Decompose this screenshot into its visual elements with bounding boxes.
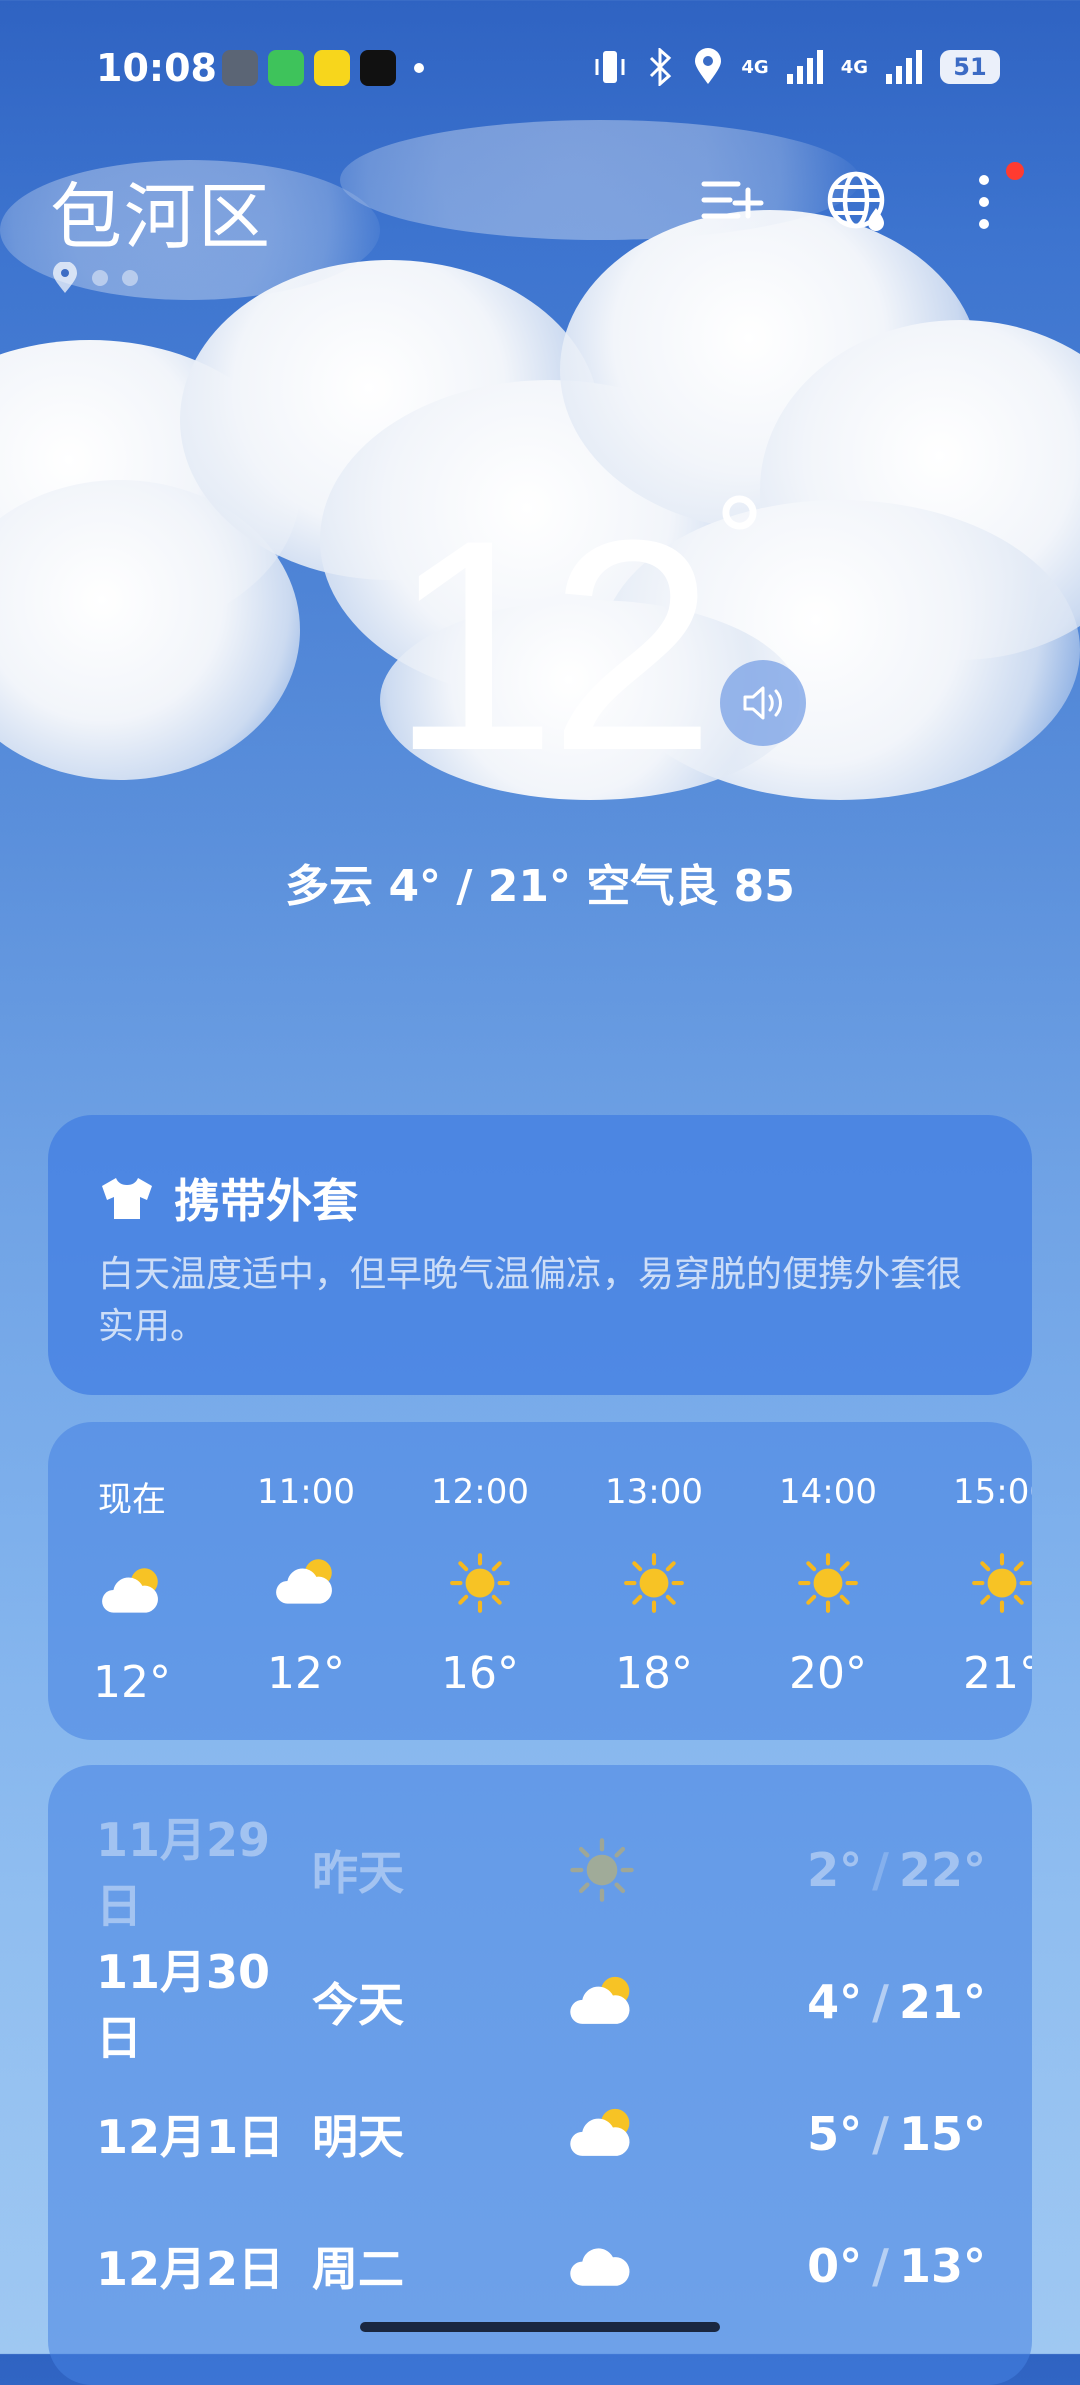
partly-cloudy-icon xyxy=(236,1552,376,1614)
daily-date: 12月2日 xyxy=(96,2242,285,2296)
clothing-tip-card[interactable]: 携带外套 白天温度适中，但早晚气温偏凉，易穿脱的便携外套很实用。 xyxy=(48,1115,1032,1395)
daily-temp-range: 4°/21° xyxy=(807,1975,986,2029)
notification-icons xyxy=(222,50,424,86)
weather-summary[interactable]: 多云 4° / 21° 空气良 85 xyxy=(0,850,1080,914)
global-weather-icon[interactable] xyxy=(826,170,890,234)
hourly-temp: 12° xyxy=(267,1648,345,1699)
home-indicator[interactable] xyxy=(360,2322,720,2332)
sun-icon xyxy=(584,1552,724,1614)
daily-temp-range: 0°/13° xyxy=(807,2239,986,2293)
daily-temp-range: 2°/22° xyxy=(807,1843,986,1897)
hourly-forecast-card[interactable]: 现在 12° 11:00 12° 12:00 16° 13:00 18° 14:00 2… xyxy=(48,1422,1032,1740)
vibrate-icon xyxy=(595,51,625,83)
green-app-icon xyxy=(268,50,304,86)
signal-2-label: 4G xyxy=(840,56,868,78)
current-temperature: 12 ° xyxy=(390,475,767,813)
hourly-time: 13:00 xyxy=(605,1472,703,1512)
hourly-item: 15:00 21° xyxy=(932,1472,1032,1699)
hourly-item: 12:00 16° xyxy=(410,1472,550,1699)
sun-icon xyxy=(932,1552,1032,1614)
sun-icon xyxy=(410,1552,550,1614)
hourly-time: 11:00 xyxy=(257,1472,355,1512)
partly-cloudy-icon xyxy=(62,1561,202,1623)
daily-temp-range: 5°/15° xyxy=(807,2107,986,2161)
degree-symbol: ° xyxy=(712,475,767,603)
bluetooth-icon xyxy=(650,48,672,86)
daily-high: 15° xyxy=(898,2107,986,2161)
hourly-temp: 18° xyxy=(615,1648,693,1699)
range-separator: / xyxy=(872,2107,889,2161)
sun-icon xyxy=(552,1835,652,1905)
daily-date: 11月30日 xyxy=(96,1945,271,2065)
signal-1-icon xyxy=(786,50,823,84)
daily-low: 5° xyxy=(807,2107,863,2161)
partly-cloudy-icon xyxy=(552,1967,652,2037)
signal-2-icon xyxy=(886,50,922,84)
status-bar: 10:08 4G 4G 51 xyxy=(0,0,1080,140)
coat-icon xyxy=(102,1178,152,1219)
tip-header: 携带外套 xyxy=(98,1165,358,1231)
range-separator: / xyxy=(872,2239,889,2293)
daily-row[interactable]: 11月29日 昨天 2°/22° xyxy=(96,1813,986,1933)
daily-row[interactable]: 11月30日 今天 4°/21° xyxy=(96,1945,986,2065)
speaker-icon xyxy=(743,686,782,720)
daily-low: 4° xyxy=(807,1975,863,2029)
signal-1-label: 4G xyxy=(741,56,769,78)
daily-date: 12月1日 xyxy=(96,2110,285,2164)
hourly-item: 11:00 12° xyxy=(236,1472,376,1699)
sun-icon xyxy=(758,1552,898,1614)
daily-label: 昨天 xyxy=(312,1846,404,1900)
tip-title: 携带外套 xyxy=(174,1174,358,1228)
status-time: 10:08 xyxy=(96,46,217,90)
daily-label: 今天 xyxy=(312,1978,404,2032)
location-icon xyxy=(695,48,722,84)
daily-high: 13° xyxy=(898,2239,986,2293)
hourly-item: 13:00 18° xyxy=(584,1472,724,1699)
daily-low: 0° xyxy=(807,2239,863,2293)
city-name[interactable]: 包河区 xyxy=(50,158,272,263)
partly-cloudy-icon xyxy=(552,2099,652,2169)
add-city-icon[interactable] xyxy=(700,170,764,234)
temperature-value: 12 xyxy=(390,477,716,813)
voice-broadcast-button[interactable] xyxy=(720,660,806,746)
system-status-icons: 4G 4G 51 xyxy=(593,48,1000,86)
hourly-temp: 20° xyxy=(789,1648,867,1699)
page-indicator xyxy=(52,262,138,294)
battery-indicator: 51 xyxy=(940,50,1000,84)
notification-badge xyxy=(1006,162,1024,180)
hourly-temp: 21° xyxy=(963,1648,1032,1699)
hourly-item: 现在 12° xyxy=(62,1472,202,1708)
more-notifications-dot xyxy=(414,63,424,73)
range-separator: / xyxy=(872,1975,889,2029)
hourly-time: 现在 xyxy=(98,1480,166,1520)
hourly-time: 15:00 xyxy=(953,1472,1032,1512)
hourly-time: 12:00 xyxy=(431,1472,529,1512)
page-dot-3 xyxy=(122,270,138,286)
daily-low: 2° xyxy=(807,1843,863,1897)
aqara-app-icon xyxy=(222,50,258,86)
tip-description: 白天温度适中，但早晚气温偏凉，易穿脱的便携外套很实用。 xyxy=(98,1254,963,1347)
cloud-icon xyxy=(552,2231,652,2301)
daily-date: 11月29日 xyxy=(96,1813,271,1933)
hourly-temp: 16° xyxy=(441,1648,519,1699)
daily-label: 周二 xyxy=(312,2242,404,2296)
daily-high: 22° xyxy=(898,1843,986,1897)
yellow-app-icon xyxy=(314,50,350,86)
hourly-temp: 12° xyxy=(93,1657,171,1708)
daily-forecast-card[interactable]: 11月29日 昨天 2°/22° 11月30日 今天 4°/21° 12月1日 明天… xyxy=(48,1765,1032,2385)
tiktok-app-icon xyxy=(360,50,396,86)
location-pin-icon xyxy=(53,262,77,293)
daily-row[interactable]: 12月1日 明天 5°/15° xyxy=(96,2089,986,2179)
more-options-icon[interactable] xyxy=(952,170,1016,234)
hourly-time: 14:00 xyxy=(779,1472,877,1512)
page-dot-2 xyxy=(92,270,108,286)
daily-high: 21° xyxy=(898,1975,986,2029)
hourly-item: 14:00 20° xyxy=(758,1472,898,1699)
daily-label: 明天 xyxy=(312,2110,404,2164)
daily-row[interactable]: 12月2日 周二 0°/13° xyxy=(96,2221,986,2311)
range-separator: / xyxy=(872,1843,889,1897)
